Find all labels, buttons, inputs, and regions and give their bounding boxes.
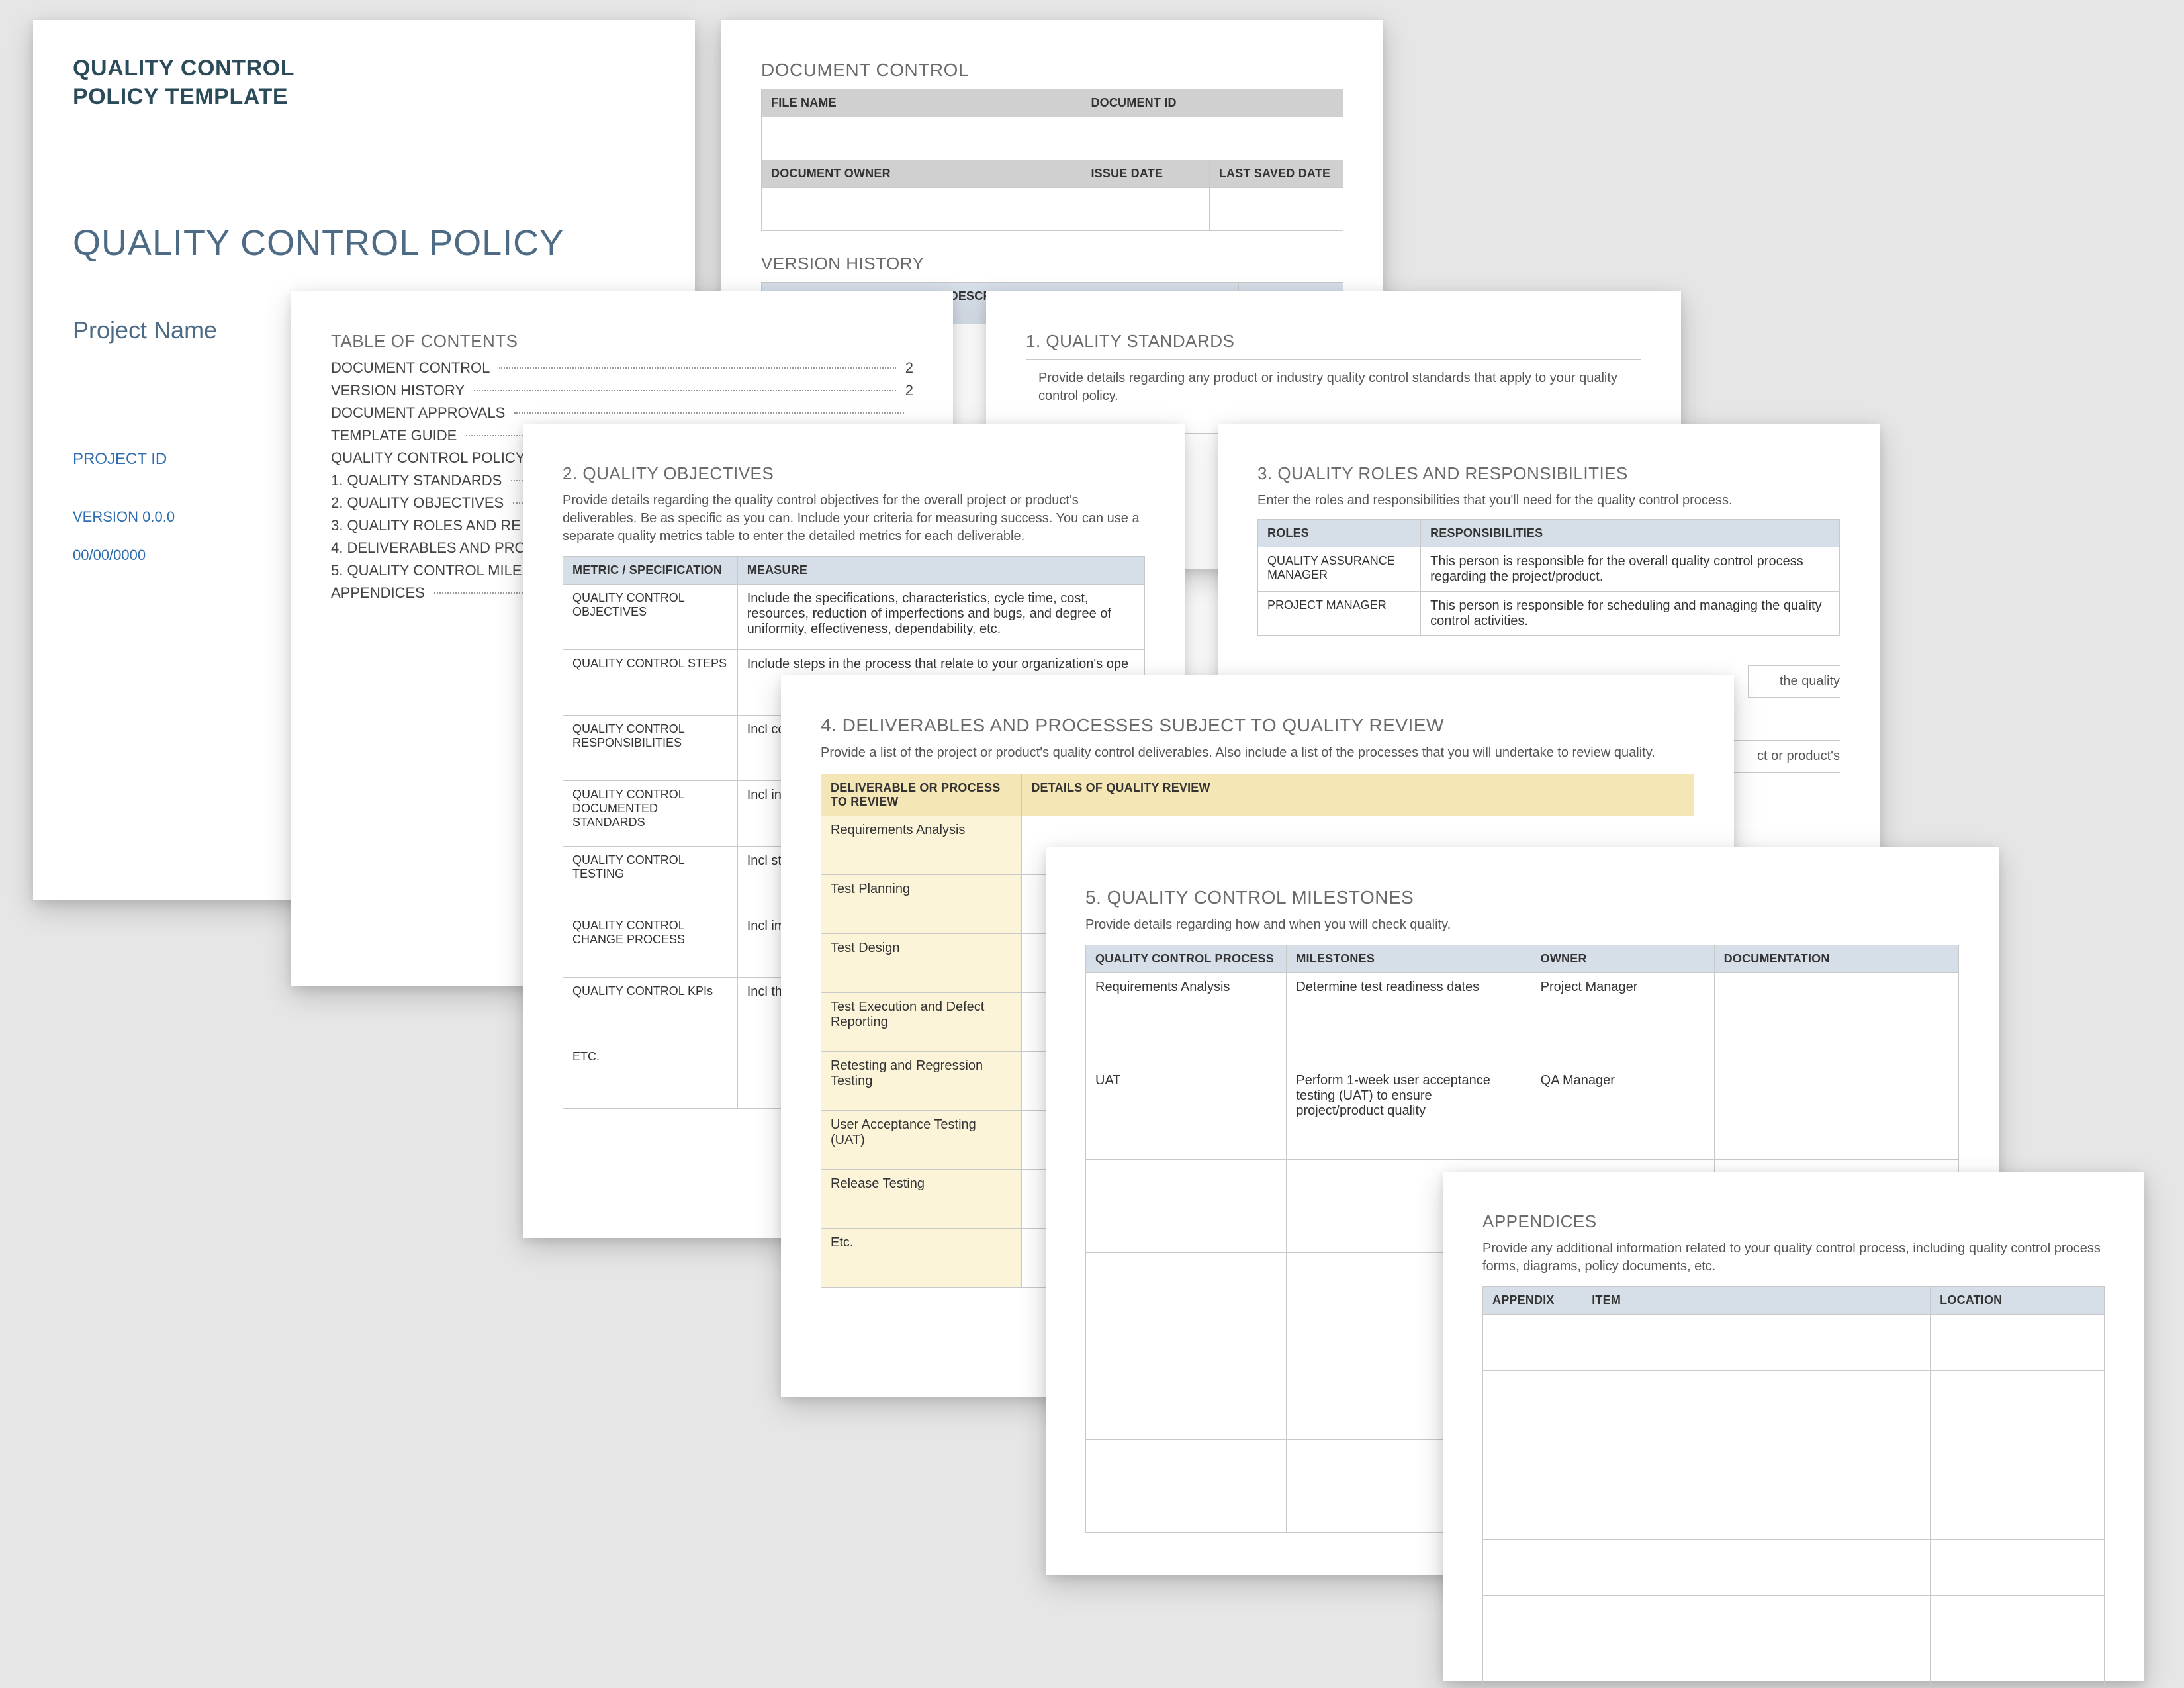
th-doc-id: DOCUMENT ID (1081, 89, 1343, 117)
version-history-heading: VERSION HISTORY (761, 254, 1343, 274)
milestones-text: Provide details regarding how and when y… (1085, 916, 1959, 934)
appendices-heading: APPENDICES (1482, 1211, 2105, 1232)
th-review-details: DETAILS OF QUALITY REVIEW (1022, 774, 1694, 816)
th-issue-date: ISSUE DATE (1081, 160, 1209, 188)
table-row (1483, 1540, 2105, 1596)
cover-small-title-2: POLICY TEMPLATE (73, 84, 655, 110)
th-roles: ROLES (1258, 520, 1421, 547)
table-row (1483, 1596, 2105, 1652)
roles-table: ROLES RESPONSIBILITIES QUALITY ASSURANCE… (1257, 519, 1840, 636)
toc-label: VERSION HISTORY (331, 382, 465, 399)
th-responsibilities: RESPONSIBILITIES (1421, 520, 1840, 547)
table-row: Requirements AnalysisDetermine test read… (1086, 973, 1959, 1066)
toc-label: 5. QUALITY CONTROL MILE (331, 562, 522, 579)
table-row: QUALITY CONTROL OBJECTIVESInclude the sp… (563, 585, 1145, 650)
standards-heading: 1. QUALITY STANDARDS (1026, 331, 1641, 352)
document-stage: QUALITY CONTROL POLICY TEMPLATE QUALITY … (0, 0, 2184, 1688)
roles-cut-1: the quality (1748, 665, 1840, 698)
th-item: ITEM (1582, 1287, 1931, 1315)
toc-row: DOCUMENT APPROVALS (331, 404, 913, 422)
toc-label: DOCUMENT APPROVALS (331, 404, 505, 422)
toc-label: QUALITY CONTROL POLICY (331, 449, 525, 467)
th-last-saved: LAST SAVED DATE (1209, 160, 1343, 188)
th-documentation: DOCUMENTATION (1714, 945, 1958, 973)
objectives-text: Provide details regarding the quality co… (563, 492, 1145, 545)
toc-label: 1. QUALITY STANDARDS (331, 472, 502, 489)
table-row: QUALITY ASSURANCE MANAGERThis person is … (1258, 547, 1840, 592)
th-measure: MEASURE (737, 557, 1144, 585)
table-row (1483, 1427, 2105, 1483)
toc-label: 3. QUALITY ROLES AND RE (331, 517, 521, 534)
table-row (1483, 1371, 2105, 1427)
doc-control-table: FILE NAME DOCUMENT ID DOCUMENT OWNER ISS… (761, 89, 1343, 231)
table-row: PROJECT MANAGERThis person is responsibl… (1258, 592, 1840, 636)
roles-heading: 3. QUALITY ROLES AND RESPONSIBILITIES (1257, 463, 1840, 484)
th-metric: METRIC / SPECIFICATION (563, 557, 738, 585)
cover-big-title: QUALITY CONTROL POLICY (73, 222, 655, 263)
toc-row: DOCUMENT CONTROL 2 (331, 359, 913, 377)
toc-label: DOCUMENT CONTROL (331, 359, 490, 377)
objectives-heading: 2. QUALITY OBJECTIVES (563, 463, 1145, 484)
th-appendix: APPENDIX (1483, 1287, 1582, 1315)
toc-heading: TABLE OF CONTENTS (331, 331, 913, 352)
appendices-table: APPENDIX ITEM LOCATION (1482, 1286, 2105, 1688)
th-owner: OWNER (1531, 945, 1714, 973)
table-row: UATPerform 1-week user acceptance testin… (1086, 1066, 1959, 1160)
table-row (1483, 1315, 2105, 1371)
standards-text: Provide details regarding any product or… (1038, 369, 1629, 405)
doc-control-heading: DOCUMENT CONTROL (761, 60, 1343, 81)
toc-label: 2. QUALITY OBJECTIVES (331, 494, 504, 512)
th-milestones: MILESTONES (1287, 945, 1531, 973)
th-process: QUALITY CONTROL PROCESS (1086, 945, 1287, 973)
cover-small-title-1: QUALITY CONTROL (73, 56, 655, 81)
th-file-name: FILE NAME (762, 89, 1081, 117)
roles-cut-2: ct or product's (1728, 740, 1840, 773)
table-row (1483, 1483, 2105, 1540)
th-location: LOCATION (1931, 1287, 2105, 1315)
toc-row: VERSION HISTORY 2 (331, 382, 913, 399)
milestones-heading: 5. QUALITY CONTROL MILESTONES (1085, 887, 1959, 908)
th-owner: DOCUMENT OWNER (762, 160, 1081, 188)
appendices-text: Provide any additional information relat… (1482, 1240, 2105, 1276)
table-row (1483, 1652, 2105, 1688)
toc-label: 4. DELIVERABLES AND PRO (331, 539, 526, 557)
deliverables-text: Provide a list of the project or product… (821, 744, 1694, 762)
roles-text: Enter the roles and responsibilities tha… (1257, 492, 1840, 510)
toc-page: 2 (905, 359, 913, 377)
th-deliverable: DELIVERABLE OR PROCESS TO REVIEW (821, 774, 1022, 816)
toc-page: 2 (905, 382, 913, 399)
page-appendices: APPENDICES Provide any additional inform… (1443, 1172, 2144, 1681)
deliverables-heading: 4. DELIVERABLES AND PROCESSES SUBJECT TO… (821, 715, 1694, 736)
toc-label: APPENDICES (331, 585, 425, 602)
toc-label: TEMPLATE GUIDE (331, 427, 457, 444)
